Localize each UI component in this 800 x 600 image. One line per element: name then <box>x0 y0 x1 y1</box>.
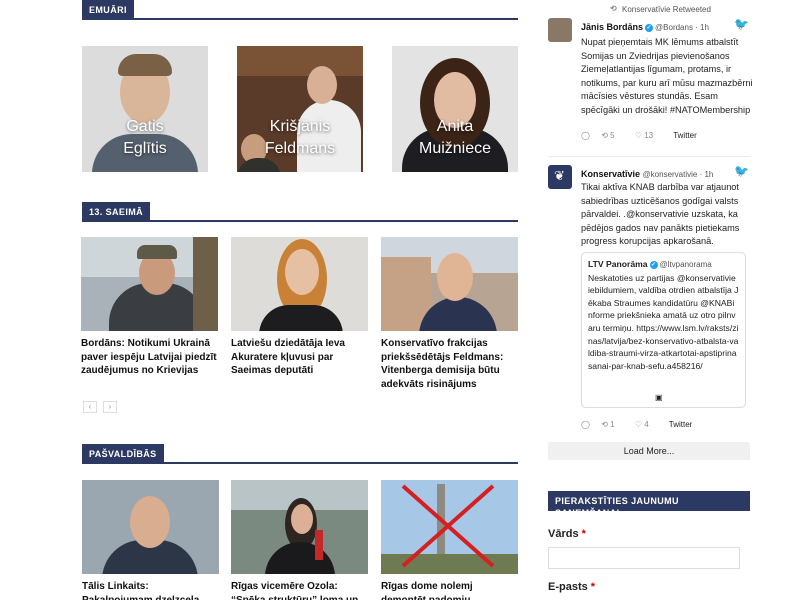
load-more-button[interactable]: Load More... <box>548 442 750 460</box>
quoted-text: Neskatoties uz partijas @konservativie i… <box>588 272 739 371</box>
logo-icon: ❦ <box>554 168 565 183</box>
news-image <box>231 480 368 574</box>
news-image <box>82 480 219 574</box>
tweet-author[interactable]: Jānis Bordāns ✓ @Bordans · 1h <box>581 22 709 32</box>
news-card[interactable]: Latviešu dziedātāja Ieva Akuratere kļuvu… <box>231 237 368 378</box>
slider-next-button[interactable]: › <box>103 401 117 413</box>
quoted-tweet[interactable]: LTV Panorāma ✓ @ltvpanorama Neskatoties uz… <box>581 252 746 408</box>
news-image <box>231 237 368 331</box>
blogger-card[interactable]: Gatis Eglītis <box>82 46 208 172</box>
section-title[interactable]: PAŠVALDĪBĀS <box>82 444 164 464</box>
news-title[interactable]: Rīgas dome nolemj demontēt padomju piemi… <box>381 580 518 600</box>
section-title[interactable]: 13. SAEIMĀ <box>82 202 151 222</box>
reply-icon[interactable]: ◯ <box>581 131 590 140</box>
news-slider: Bordāns: Notikumi Ukrainā paver iespēju … <box>78 237 520 413</box>
tweet-text: Tikai aktīva KNAB darbība var atjaunot s… <box>581 182 740 246</box>
tweet-source[interactable]: Twitter <box>669 420 693 429</box>
quoted-author: LTV Panorāma ✓ @ltvpanorama <box>588 259 712 269</box>
section-header-saeima: 13. SAEIMĀ <box>82 202 518 222</box>
avatar[interactable]: ❦ <box>548 165 572 189</box>
divider <box>548 156 750 157</box>
name-label: Vārds * <box>548 528 586 540</box>
avatar[interactable] <box>548 18 572 42</box>
news-title[interactable]: Bordāns: Notikumi Ukrainā paver iespēju … <box>81 337 218 378</box>
retweet-button[interactable]: ⟲ 1 <box>601 420 623 429</box>
retweet-button[interactable]: ⟲ 5 <box>601 131 623 140</box>
news-card[interactable]: Rīgas vicemēre Ozola: “Spēka struktūru” … <box>231 480 368 600</box>
reply-icon[interactable]: ◯ <box>581 420 590 429</box>
news-image <box>381 237 518 331</box>
cross-icon <box>401 484 495 568</box>
verified-icon: ✓ <box>649 260 658 269</box>
tweet-actions: ◯ ⟲ 1 ♡ 4 Twitter <box>581 420 701 429</box>
image-icon: ▣ <box>655 393 663 402</box>
news-card[interactable]: Konservatīvo frakcijas priekšsēdētājs Fe… <box>381 237 518 391</box>
email-label: E-pasts * <box>548 581 596 593</box>
blogger-card[interactable]: Anita Muižniece <box>392 46 518 172</box>
tweet[interactable]: ❦ Konservatīvie @konservativie · 1h 🐦 Ti… <box>548 165 750 435</box>
slider-prev-button[interactable]: ‹ <box>83 401 97 413</box>
blogger-card[interactable]: Krišjānis Feldmans <box>237 46 363 172</box>
subscribe-header: PIERAKSTĪTIES JAUNUMU SAŅEMŠANAI <box>548 491 750 518</box>
tweet-author[interactable]: Konservatīvie @konservativie · 1h <box>581 169 713 179</box>
news-card[interactable]: Bordāns: Notikumi Ukrainā paver iespēju … <box>81 237 218 378</box>
tweet-source[interactable]: Twitter <box>673 131 697 140</box>
verified-icon: ✓ <box>645 23 654 32</box>
like-button[interactable]: ♡ 13 <box>635 131 662 140</box>
news-card[interactable]: Rīgas dome nolemj demontēt padomju piemi… <box>381 480 518 600</box>
subscribe-title: PIERAKSTĪTIES JAUNUMU SAŅEMŠANAI <box>548 491 750 518</box>
twitter-bird-icon[interactable]: 🐦 <box>734 18 749 30</box>
like-button[interactable]: ♡ 4 <box>635 420 658 429</box>
section-header-emuari: EMUĀRI <box>82 0 518 20</box>
news-title[interactable]: Latviešu dziedātāja Ieva Akuratere kļuvu… <box>231 337 368 378</box>
tweet-text: Nupat pieņemtais MK lēmums atbalstīt Som… <box>581 37 753 115</box>
blogger-name: Anita Muižniece <box>418 118 492 157</box>
news-card[interactable]: Tālis Linkaits: Pakalpojumam dzelzcela n… <box>82 480 219 600</box>
news-title[interactable]: Tālis Linkaits: Pakalpojumam dzelzcela n… <box>82 580 219 600</box>
news-title[interactable]: Konservatīvo frakcijas priekšsēdētājs Fe… <box>381 337 518 391</box>
twitter-bird-icon[interactable]: 🐦 <box>734 165 749 177</box>
blogger-name: Gatis Eglītis <box>123 118 167 157</box>
retweet-icon: ⟲ <box>610 4 617 13</box>
news-row: Tālis Linkaits: Pakalpojumam dzelzcela n… <box>78 480 520 600</box>
news-image <box>381 480 518 574</box>
tweet-actions: ◯ ⟲ 5 ♡ 13 Twitter <box>581 131 706 140</box>
blogger-name: Krišjānis Feldmans <box>264 118 336 157</box>
tweet[interactable]: Jānis Bordāns ✓ @Bordans · 1h 🐦 Nupat pieņ… <box>548 18 753 148</box>
retweet-note: ⟲ Konservatīvie Retweeted <box>610 4 711 14</box>
name-field[interactable] <box>548 547 740 569</box>
section-title[interactable]: EMUĀRI <box>82 0 134 20</box>
section-header-pasvaldibas: PAŠVALDĪBĀS <box>82 444 518 464</box>
news-image <box>81 237 218 331</box>
news-title[interactable]: Rīgas vicemēre Ozola: “Spēka struktūru” … <box>231 580 368 600</box>
